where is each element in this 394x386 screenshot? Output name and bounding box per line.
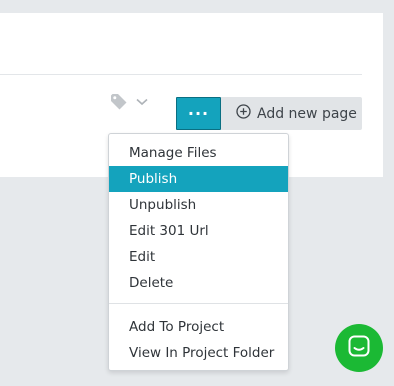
menu-item-add-to-project[interactable]: Add To Project bbox=[109, 314, 288, 340]
menu-item-unpublish[interactable]: Unpublish bbox=[109, 192, 288, 218]
card-divider bbox=[0, 74, 362, 75]
tag-icon bbox=[110, 93, 128, 111]
actions-dropdown-menu: Manage Files Publish Unpublish Edit 301 … bbox=[108, 133, 289, 371]
menu-item-publish[interactable]: Publish bbox=[109, 166, 288, 192]
more-actions-button[interactable]: ... bbox=[176, 97, 221, 130]
chat-launcher-button[interactable] bbox=[335, 324, 383, 372]
menu-item-edit[interactable]: Edit bbox=[109, 244, 288, 270]
more-actions-label: ... bbox=[187, 100, 210, 119]
menu-item-manage-files[interactable]: Manage Files bbox=[109, 140, 288, 166]
menu-divider bbox=[109, 303, 288, 304]
menu-item-edit-301-url[interactable]: Edit 301 Url bbox=[109, 218, 288, 244]
chevron-down-icon bbox=[136, 98, 148, 106]
chat-icon bbox=[347, 334, 371, 362]
add-new-page-label: Add new page bbox=[257, 105, 357, 122]
add-new-page-button[interactable]: Add new page bbox=[221, 97, 362, 130]
tag-select[interactable] bbox=[110, 92, 152, 112]
menu-item-view-in-project-folder[interactable]: View In Project Folder bbox=[109, 340, 288, 366]
menu-item-delete[interactable]: Delete bbox=[109, 270, 288, 296]
plus-circle-icon bbox=[236, 104, 251, 123]
